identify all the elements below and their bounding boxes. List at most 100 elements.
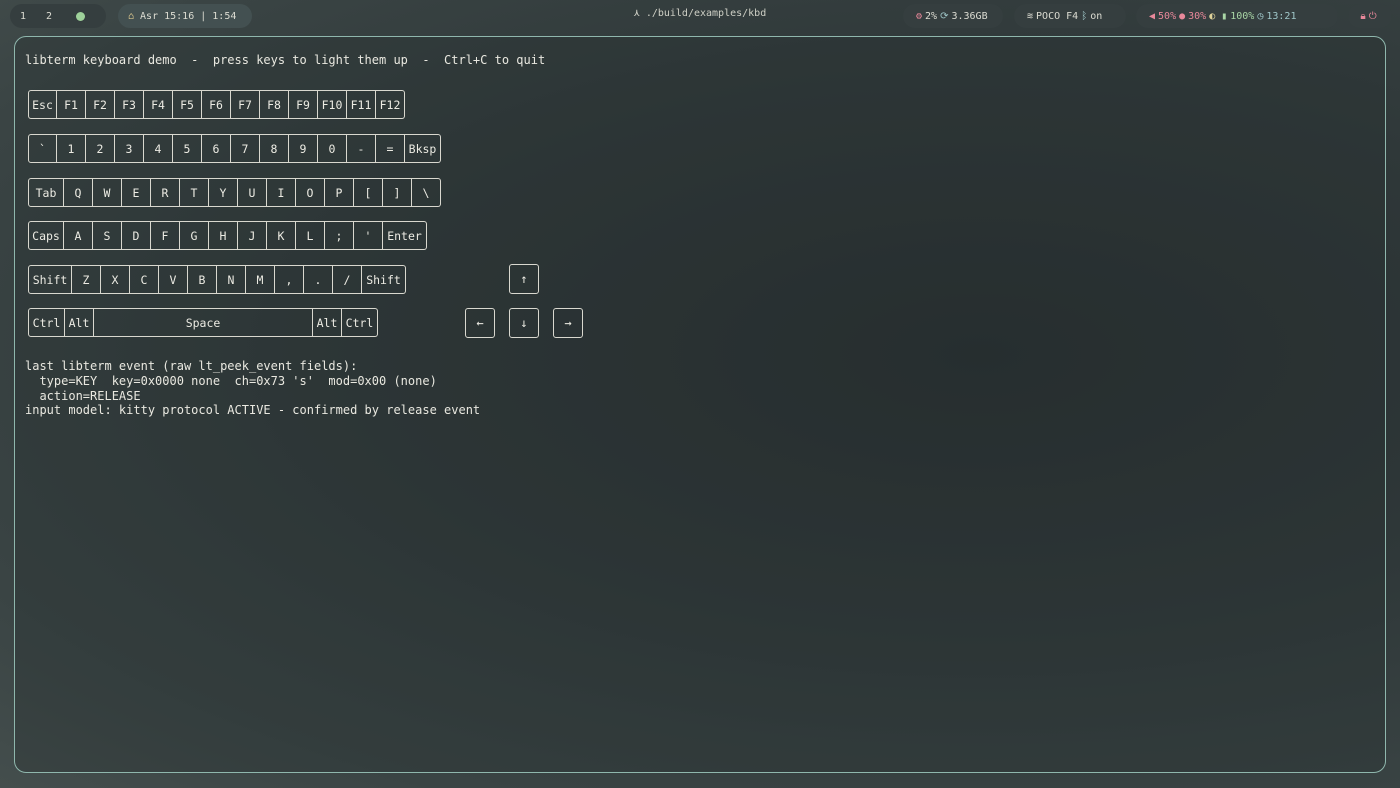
system-stats[interactable]: ⚙ 2% ⟳ 3.36GB — [903, 4, 1003, 28]
key[interactable]: M — [246, 265, 275, 294]
key[interactable]: . — [304, 265, 333, 294]
key[interactable]: F5 — [173, 90, 202, 119]
key[interactable]: H — [209, 221, 238, 250]
key[interactable]: F — [151, 221, 180, 250]
key[interactable]: - — [347, 134, 376, 163]
key[interactable]: G — [180, 221, 209, 250]
key[interactable]: K — [267, 221, 296, 250]
key[interactable]: 1 — [57, 134, 86, 163]
key[interactable]: 8 — [260, 134, 289, 163]
wifi-icon: ≋ — [1027, 10, 1034, 22]
key[interactable]: V — [159, 265, 188, 294]
key[interactable]: A — [64, 221, 93, 250]
key[interactable]: Esc — [28, 90, 57, 119]
key[interactable]: T — [180, 178, 209, 207]
key[interactable]: E — [122, 178, 151, 207]
power-widget[interactable]: 🔒︎ ⏻ — [1348, 4, 1392, 28]
key[interactable]: F7 — [231, 90, 260, 119]
network-widget[interactable]: ≋ POCO F4 ᛒ on — [1014, 4, 1126, 28]
key[interactable]: F11 — [347, 90, 376, 119]
key[interactable]: F8 — [260, 90, 289, 119]
key[interactable]: / — [333, 265, 362, 294]
key-left-shift[interactable]: Shift — [28, 265, 72, 294]
key[interactable]: F4 — [144, 90, 173, 119]
key[interactable]: I — [267, 178, 296, 207]
key[interactable]: S — [93, 221, 122, 250]
key[interactable]: W — [93, 178, 122, 207]
top-bar: 1 2 ⌂ Asr 15:16 | 1:54 ⋏ ./build/example… — [0, 0, 1400, 34]
key[interactable]: R — [151, 178, 180, 207]
speaker-icon: ◀ — [1149, 10, 1156, 22]
app-icon: ⋏ — [633, 8, 646, 19]
key[interactable]: = — [376, 134, 405, 163]
key[interactable]: F6 — [202, 90, 231, 119]
key[interactable]: C — [130, 265, 159, 294]
key[interactable]: J — [238, 221, 267, 250]
key[interactable]: B — [188, 265, 217, 294]
key[interactable]: 0 — [318, 134, 347, 163]
key-left-ctrl[interactable]: Ctrl — [28, 308, 65, 337]
memory-usage: 3.36GB — [951, 10, 988, 22]
key[interactable]: ] — [383, 178, 412, 207]
key-right-alt[interactable]: Alt — [313, 308, 342, 337]
key[interactable]: 7 — [231, 134, 260, 163]
key[interactable]: N — [217, 265, 246, 294]
key[interactable]: ` — [28, 134, 57, 163]
microphone-icon: ● — [1179, 10, 1186, 22]
key[interactable]: D — [122, 221, 151, 250]
key[interactable]: ; — [325, 221, 354, 250]
cpu-icon: ⚙ — [916, 10, 923, 22]
lock-icon[interactable]: 🔒︎ — [1360, 11, 1365, 22]
key[interactable]: 2 — [86, 134, 115, 163]
key[interactable]: 3 — [115, 134, 144, 163]
key[interactable]: F9 — [289, 90, 318, 119]
terminal-window[interactable]: libterm keyboard demo - press keys to li… — [14, 36, 1386, 773]
audio-power-widget[interactable]: ◀ 50% ● 30% ◐ ▮ 100% ◷ 13:21 — [1136, 4, 1338, 28]
mic-level: 30% — [1188, 10, 1207, 22]
key[interactable]: F3 — [115, 90, 144, 119]
key-tab[interactable]: Tab — [28, 178, 64, 207]
key[interactable]: P — [325, 178, 354, 207]
key[interactable]: F10 — [318, 90, 347, 119]
key[interactable]: F2 — [86, 90, 115, 119]
key-right-ctrl[interactable]: Ctrl — [342, 308, 378, 337]
event-line-1: last libterm event (raw lt_peek_event fi… — [25, 359, 358, 373]
key[interactable]: X — [101, 265, 130, 294]
key[interactable]: U — [238, 178, 267, 207]
volume-level: 50% — [1158, 10, 1177, 22]
key[interactable]: \ — [412, 178, 441, 207]
key[interactable]: 9 — [289, 134, 318, 163]
key-right-shift[interactable]: Shift — [362, 265, 406, 294]
key[interactable]: L — [296, 221, 325, 250]
key[interactable]: 6 — [202, 134, 231, 163]
key[interactable]: [ — [354, 178, 383, 207]
key-left-alt[interactable]: Alt — [65, 308, 94, 337]
keyboard-row-bottom: Shift Z X C V B N M , . / Shift — [28, 265, 406, 294]
key[interactable]: F1 — [57, 90, 86, 119]
key-arrow-left[interactable]: ← — [465, 308, 495, 338]
cpu-usage: 2% — [925, 10, 938, 22]
key[interactable]: 5 — [173, 134, 202, 163]
power-icon[interactable]: ⏻ — [1369, 11, 1377, 22]
key[interactable]: O — [296, 178, 325, 207]
key-arrow-right[interactable]: → — [553, 308, 583, 338]
key-arrow-down[interactable]: ↓ — [509, 308, 539, 338]
key[interactable]: 4 — [144, 134, 173, 163]
key-space[interactable]: Space — [94, 308, 313, 337]
memory-icon: ⟳ — [940, 10, 949, 22]
key[interactable]: Y — [209, 178, 238, 207]
keyboard-row-function: Esc F1 F2 F3 F4 F5 F6 F7 F8 F9 F10 F11 F… — [28, 90, 405, 119]
key-arrow-up[interactable]: ↑ — [509, 264, 539, 294]
key[interactable]: , — [275, 265, 304, 294]
clock-icon: ◷ — [1257, 10, 1264, 22]
key-backspace[interactable]: Bksp — [405, 134, 441, 163]
key[interactable]: ' — [354, 221, 383, 250]
key-enter[interactable]: Enter — [383, 221, 427, 250]
keyboard-row-home: Caps A S D F G H J K L ; ' Enter — [28, 221, 427, 250]
key[interactable]: F12 — [376, 90, 405, 119]
battery-icon: ▮ — [1221, 10, 1228, 22]
key[interactable]: Q — [64, 178, 93, 207]
key[interactable]: Z — [72, 265, 101, 294]
key-caps[interactable]: Caps — [28, 221, 64, 250]
terminal-header: libterm keyboard demo - press keys to li… — [25, 53, 546, 67]
